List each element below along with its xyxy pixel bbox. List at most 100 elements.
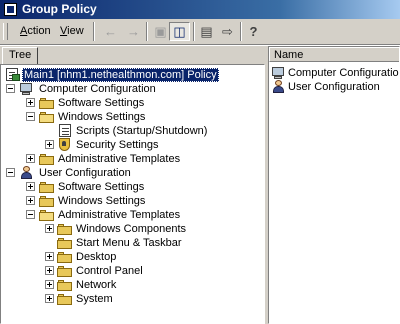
- folder-icon: [57, 252, 72, 263]
- collapse-toggle[interactable]: [6, 168, 15, 177]
- tree-item-label: Start Menu & Taskbar: [76, 237, 182, 249]
- tree-item-label: Administrative Templates: [58, 153, 181, 165]
- tree-item-cc-software-settings[interactable]: Software Settings: [1, 96, 261, 110]
- expand-toggle[interactable]: [26, 196, 35, 205]
- tree-item-label: System: [76, 293, 113, 305]
- toolbar-grip[interactable]: [3, 23, 8, 40]
- expand-toggle[interactable]: [45, 280, 54, 289]
- list-item-user-configuration[interactable]: User Configuration: [271, 80, 399, 94]
- tree-item-label: Windows Components: [76, 223, 187, 235]
- tree-item-label: User Configuration: [39, 167, 131, 179]
- column-header-name[interactable]: Name: [269, 47, 399, 62]
- tree-view[interactable]: Main1 [nhm1.nethealthmon.com] Policy Com…: [0, 64, 265, 324]
- properties-button[interactable]: ▤: [196, 22, 217, 41]
- script-icon: [57, 124, 73, 138]
- export-list-icon: ⇨: [222, 23, 233, 39]
- folder-icon: [57, 280, 72, 291]
- back-arrow-icon: ←: [104, 24, 117, 39]
- user-icon: [271, 80, 287, 94]
- computer-icon: [271, 66, 287, 80]
- up-one-level-button[interactable]: ▣: [150, 22, 171, 41]
- expand-toggle[interactable]: [45, 294, 54, 303]
- tree-item-control-panel[interactable]: Control Panel: [1, 264, 261, 278]
- expand-toggle[interactable]: [45, 252, 54, 261]
- tree-item-scripts[interactable]: Scripts (Startup/Shutdown): [1, 124, 261, 138]
- open-folder-icon: [39, 112, 54, 123]
- collapse-toggle[interactable]: [26, 210, 35, 219]
- list-item-computer-configuration[interactable]: Computer Configuration: [271, 66, 399, 80]
- list-item-label: Computer Configuration: [288, 67, 400, 79]
- tree-item-uc-windows-settings[interactable]: Windows Settings: [1, 194, 261, 208]
- up-folder-icon: ▣: [154, 23, 167, 39]
- tree-item-label: Software Settings: [58, 181, 145, 193]
- window-title: Group Policy: [22, 2, 97, 16]
- tab-tree[interactable]: Tree: [2, 47, 38, 64]
- tree-item-label: Software Settings: [58, 97, 145, 109]
- tree-item-label: Main1 [nhm1.nethealthmon.com] Policy: [22, 68, 219, 82]
- computer-icon: [19, 82, 35, 96]
- tree-item-label: Desktop: [76, 251, 117, 263]
- collapse-toggle[interactable]: [26, 112, 35, 121]
- action-menu[interactable]: Action: [20, 25, 51, 37]
- tree-item-start-menu-taskbar[interactable]: Start Menu & Taskbar: [1, 236, 261, 250]
- folder-icon: [39, 154, 54, 165]
- forward-button[interactable]: →: [123, 22, 144, 41]
- show-tree-icon: ◫: [173, 23, 186, 39]
- tree-item-label: Windows Settings: [58, 195, 146, 207]
- toolbar-separator: [193, 22, 195, 41]
- details-pane: Name Computer Configuration User Configu…: [268, 46, 400, 324]
- help-button[interactable]: ?: [243, 22, 264, 41]
- folder-icon: [39, 196, 54, 207]
- tree-item-label: Windows Settings: [58, 111, 146, 123]
- folder-icon: [57, 238, 72, 249]
- user-icon: [19, 166, 35, 180]
- tree-item-uc-software-settings[interactable]: Software Settings: [1, 180, 261, 194]
- expand-toggle[interactable]: [26, 182, 35, 191]
- expand-toggle[interactable]: [26, 154, 35, 163]
- expand-toggle[interactable]: [45, 224, 54, 233]
- toolbar-separator: [93, 22, 95, 41]
- folder-icon: [39, 182, 54, 193]
- folder-icon: [57, 294, 72, 305]
- open-folder-icon: [39, 210, 54, 221]
- folder-icon: [57, 266, 72, 277]
- tree-item-user-configuration[interactable]: User Configuration: [1, 166, 261, 180]
- expand-toggle[interactable]: [45, 140, 54, 149]
- tree-item-windows-components[interactable]: Windows Components: [1, 222, 261, 236]
- tree-item-label: Security Settings: [76, 139, 159, 151]
- tree-item-system[interactable]: System: [1, 292, 261, 306]
- tree-item-desktop[interactable]: Desktop: [1, 250, 261, 264]
- expand-toggle[interactable]: [26, 98, 35, 107]
- help-icon: ?: [249, 24, 258, 39]
- expand-toggle[interactable]: [45, 266, 54, 275]
- tree-item-computer-configuration[interactable]: Computer Configuration: [1, 82, 261, 96]
- export-list-button[interactable]: ⇨: [217, 22, 238, 41]
- tree-item-network[interactable]: Network: [1, 278, 261, 292]
- tree-item-security-settings[interactable]: Security Settings: [1, 138, 261, 152]
- folder-icon: [39, 98, 54, 109]
- view-menu[interactable]: View: [60, 25, 84, 37]
- tree-item-uc-administrative-templates[interactable]: Administrative Templates: [1, 208, 261, 222]
- tree-item-label: Network: [76, 279, 117, 291]
- menu-toolbar: Action View ← → ▣ ◫ ▤ ⇨ ?: [0, 19, 400, 45]
- tree-item-label: Computer Configuration: [39, 83, 156, 95]
- tree-item-label: Control Panel: [76, 265, 143, 277]
- folder-icon: [57, 224, 72, 235]
- toolbar-separator: [240, 22, 242, 41]
- group-policy-app-icon: [4, 3, 17, 16]
- tree-item-cc-administrative-templates[interactable]: Administrative Templates: [1, 152, 261, 166]
- security-shield-icon: [57, 138, 73, 152]
- forward-arrow-icon: →: [127, 24, 140, 39]
- collapse-toggle[interactable]: [6, 84, 15, 93]
- tree-item-root-policy[interactable]: Main1 [nhm1.nethealthmon.com] Policy: [5, 68, 264, 82]
- title-bar: Group Policy: [0, 0, 400, 19]
- tree-item-label: Scripts (Startup/Shutdown): [76, 125, 208, 137]
- list-item-label: User Configuration: [288, 81, 380, 93]
- show-hide-tree-button[interactable]: ◫: [169, 22, 190, 41]
- properties-icon: ▤: [200, 23, 213, 39]
- tree-item-cc-windows-settings[interactable]: Windows Settings: [1, 110, 261, 124]
- toolbar-separator: [146, 22, 148, 41]
- tree-pane: Tree Main1 [nhm1.nethealthmon.com] Polic…: [0, 46, 265, 324]
- tree-item-label: Administrative Templates: [58, 209, 181, 221]
- back-button[interactable]: ←: [100, 22, 121, 41]
